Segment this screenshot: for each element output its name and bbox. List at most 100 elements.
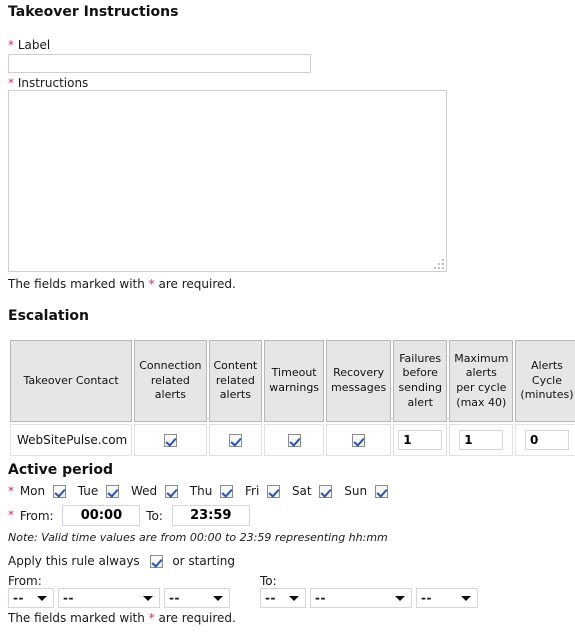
escalation-section-title: Escalation: [8, 308, 89, 324]
select-to-year[interactable]: --: [416, 588, 478, 608]
header-line: sending: [398, 381, 442, 394]
column-header-alerts-cycle-minutes: Alerts Cycle (minutes): [515, 340, 575, 422]
checkbox-day-sun[interactable]: [374, 485, 388, 498]
chevron-down-icon: [213, 596, 223, 601]
header-line: Failures: [399, 351, 442, 365]
required-asterisk-icon: *: [8, 508, 14, 522]
checkbox-timeout-warnings[interactable]: [287, 434, 301, 447]
label-field-label: * Label: [8, 38, 50, 52]
column-header-takeover-contact: Takeover Contact: [10, 340, 133, 422]
select-from-day[interactable]: --: [8, 588, 54, 608]
checkbox-recovery-messages[interactable]: [352, 434, 366, 447]
header-line: Maximum: [454, 351, 509, 365]
header-line: per cycle: [456, 381, 507, 394]
header-line: alerts: [219, 388, 251, 402]
or-starting-label: or starting: [172, 554, 235, 568]
header-line: alert: [407, 395, 433, 409]
select-to-month-value: --: [315, 591, 326, 605]
header-line: Recovery: [333, 366, 385, 380]
required-note-prefix: The fields marked with: [8, 611, 149, 625]
column-header-maximum-alerts-per-cycle: Maximum alerts per cycle (max 40): [449, 340, 514, 422]
apply-rule-always-label: Apply this rule always: [8, 554, 140, 568]
checkbox-day-wed[interactable]: [164, 485, 178, 498]
header-line: Takeover Contact: [23, 373, 119, 387]
checkbox-connection-related-alerts[interactable]: [163, 434, 177, 447]
cell-recovery-messages: [326, 424, 392, 456]
cell-content-related-alerts: [208, 424, 263, 456]
required-fields-note-bottom: The fields marked with * are required.: [8, 611, 236, 625]
required-note-prefix: The fields marked with: [8, 277, 149, 291]
header-line: before: [402, 366, 438, 380]
header-line: (minutes): [520, 388, 574, 402]
apply-rule-always-row: Apply this rule always or starting: [8, 553, 235, 569]
column-header-failures-before-sending-alert: Failures before sending alert: [393, 340, 448, 422]
table-row: WebSitePulse.com: [10, 424, 575, 456]
checkbox-day-fri[interactable]: [267, 485, 281, 498]
day-label-sat: Sat: [291, 484, 312, 498]
header-line: Connection: [139, 359, 202, 373]
instructions-field-label: * Instructions: [8, 76, 88, 90]
instructions-field-label-text: Instructions: [17, 76, 89, 90]
day-label-wed: Wed: [130, 484, 158, 498]
required-note-suffix: are required.: [154, 611, 236, 625]
day-label-mon: Mon: [19, 484, 46, 498]
header-line: Timeout: [271, 366, 317, 380]
time-format-note: Note: Valid time values are from 00:00 t…: [8, 531, 388, 544]
time-to-input[interactable]: [171, 505, 250, 526]
header-line: Alerts: [531, 359, 563, 373]
header-line: Content: [213, 359, 258, 373]
select-from-year-value: --: [169, 591, 180, 605]
header-line: warnings: [269, 381, 320, 394]
select-to-year-value: --: [421, 591, 432, 605]
escalation-table: Takeover Contact Connection related aler…: [8, 338, 575, 458]
checkbox-content-related-alerts[interactable]: [228, 434, 242, 447]
header-line: related: [150, 373, 190, 387]
checkbox-apply-rule-always[interactable]: [149, 555, 163, 568]
select-to-day[interactable]: --: [260, 588, 306, 608]
header-line: related: [215, 373, 255, 387]
label-field-label-text: Label: [17, 38, 51, 52]
cell-connection-related-alerts: [134, 424, 207, 456]
day-label-sun: Sun: [344, 484, 368, 498]
required-note-suffix: are required.: [154, 277, 236, 291]
select-to-month[interactable]: --: [310, 588, 412, 608]
checkbox-day-mon[interactable]: [52, 485, 66, 498]
chevron-down-icon: [395, 596, 405, 601]
range-from-label: From:: [8, 574, 42, 588]
active-period-section-title: Active period: [8, 462, 113, 478]
active-days-row: * Mon Tue Wed Thu Fri Sat Sun: [8, 483, 394, 499]
chevron-down-icon: [461, 596, 471, 601]
required-fields-note: The fields marked with * are required.: [8, 277, 236, 291]
alerts-cycle-minutes-input[interactable]: [524, 430, 569, 450]
day-label-fri: Fri: [244, 484, 260, 498]
maximum-alerts-per-cycle-input[interactable]: [459, 430, 504, 450]
column-header-connection-related-alerts: Connection related alerts: [134, 340, 207, 422]
day-label-thu: Thu: [189, 484, 213, 498]
required-asterisk-icon: *: [8, 38, 14, 52]
column-header-content-related-alerts: Content related alerts: [208, 340, 263, 422]
chevron-down-icon: [37, 596, 47, 601]
active-time-row: * From: To:: [8, 504, 250, 527]
instructions-textarea[interactable]: [8, 90, 447, 272]
time-to-label: To:: [146, 508, 163, 523]
required-asterisk-icon: *: [8, 484, 14, 498]
select-from-month[interactable]: --: [58, 588, 160, 608]
checkbox-day-sat[interactable]: [319, 485, 333, 498]
label-input[interactable]: [8, 54, 311, 73]
select-from-year[interactable]: --: [164, 588, 230, 608]
cell-maximum-alerts-per-cycle: [449, 424, 514, 456]
header-line: alerts: [154, 388, 186, 402]
time-from-input[interactable]: [62, 505, 141, 526]
failures-before-sending-alert-input[interactable]: [398, 430, 443, 450]
header-line: (max 40): [456, 395, 507, 409]
chevron-down-icon: [289, 596, 299, 601]
cell-timeout-warnings: [264, 424, 325, 456]
cell-failures-before-sending-alert: [393, 424, 448, 456]
checkbox-day-thu[interactable]: [220, 485, 234, 498]
select-to-day-value: --: [265, 591, 276, 605]
select-from-day-value: --: [13, 591, 24, 605]
header-line: messages: [331, 381, 387, 394]
checkbox-day-tue[interactable]: [106, 485, 120, 498]
time-from-label: From:: [19, 508, 54, 523]
column-header-recovery-messages: Recovery messages: [326, 340, 392, 422]
